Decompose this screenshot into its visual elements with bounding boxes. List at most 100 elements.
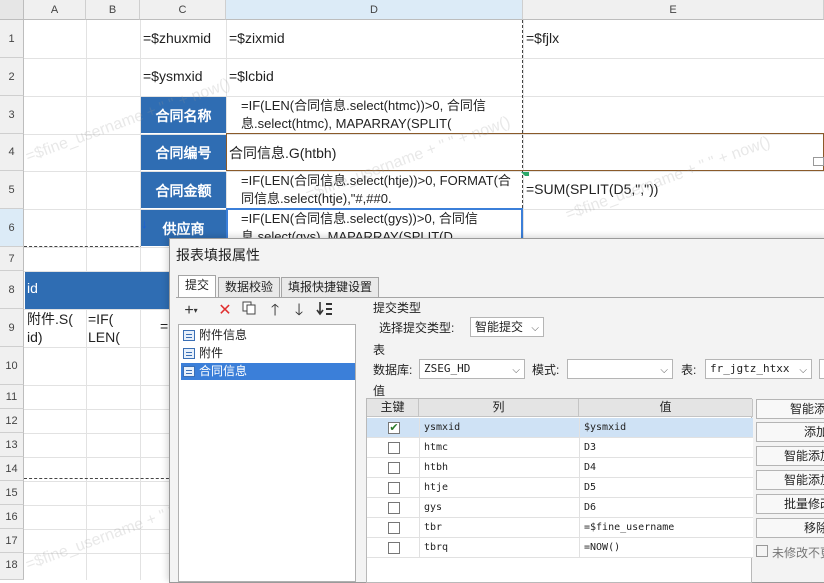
table-browse-button[interactable]: [819, 359, 824, 379]
col-header-d[interactable]: D: [226, 0, 523, 20]
grid-divider: [419, 418, 420, 558]
row-header-16[interactable]: 16: [0, 505, 24, 529]
submit-type-select[interactable]: 智能提交 ⌵: [470, 317, 544, 337]
row-header-5[interactable]: 5: [0, 171, 24, 209]
table-row[interactable]: gys D6: [367, 498, 753, 518]
move-down-icon[interactable]: 🡓: [288, 301, 310, 321]
primary-key-checkbox[interactable]: ✔: [388, 422, 400, 434]
tree-item-label: 合同信息: [199, 364, 248, 378]
row-column-name: gys: [424, 502, 443, 513]
expand-down-icon: ↓: [141, 216, 148, 231]
table-row[interactable]: htje D5: [367, 478, 753, 498]
col-header-c[interactable]: C: [140, 0, 226, 20]
add-icon[interactable]: +▾: [180, 301, 202, 321]
tree-item-selected[interactable]: 合同信息: [181, 363, 355, 380]
row-header-4[interactable]: 4: [0, 134, 24, 171]
move-up-icon[interactable]: 🡑: [264, 301, 286, 321]
expand-handle-icon[interactable]: [813, 157, 824, 166]
grid-header-column[interactable]: 列: [419, 399, 579, 417]
table-icon: [183, 330, 195, 341]
tab-data-validation[interactable]: 数据校验: [218, 277, 281, 297]
cell-c6-text: 供应商: [162, 221, 205, 237]
smart-add-fields-button[interactable]: 智能添加字段: [756, 399, 824, 419]
row-column-name: htje: [424, 482, 449, 493]
primary-key-checkbox[interactable]: [388, 442, 400, 454]
grid-divider: [579, 418, 580, 558]
row-value: =NOW(): [584, 542, 621, 553]
primary-key-checkbox[interactable]: [388, 462, 400, 474]
delete-icon[interactable]: ✕: [214, 301, 236, 321]
table-select[interactable]: fr_jgtz_htxx ⌵: [705, 359, 812, 379]
row-value: D3: [584, 442, 597, 453]
tab-submit[interactable]: 提交: [178, 275, 217, 297]
row-column-name: htmc: [424, 442, 449, 453]
primary-key-checkbox[interactable]: [388, 522, 400, 534]
table-row[interactable]: htmc D3: [367, 438, 753, 458]
add-field-button[interactable]: 添加字段: [756, 422, 824, 442]
col-header-a[interactable]: A: [24, 0, 86, 20]
database-select[interactable]: ZSEG_HD ⌵: [419, 359, 525, 379]
table-row[interactable]: ✔ ysmxid $ysmxid: [367, 418, 753, 438]
smart-add-cell-group-button[interactable]: 智能添加单元格组: [756, 470, 824, 490]
row-header-1[interactable]: 1: [0, 20, 24, 58]
row-header-10[interactable]: 10: [0, 347, 24, 385]
row-header-11[interactable]: 11: [0, 385, 24, 409]
row-header-15[interactable]: 15: [0, 481, 24, 505]
row-header-3[interactable]: 3: [0, 96, 24, 134]
row-header-12[interactable]: 12: [0, 409, 24, 433]
row-header-13[interactable]: 13: [0, 433, 24, 457]
table-row[interactable]: tbr =$fine_username: [367, 518, 753, 538]
primary-key-checkbox[interactable]: [388, 502, 400, 514]
row-header-18[interactable]: 18: [0, 553, 24, 580]
remove-field-button[interactable]: 移除字段: [756, 518, 824, 538]
row-header-9[interactable]: 9: [0, 309, 24, 347]
col-header-e[interactable]: E: [523, 0, 824, 20]
table-row[interactable]: tbrq =NOW(): [367, 538, 753, 558]
database-label: 数据库:: [373, 363, 413, 377]
grid-header-key[interactable]: 主键: [367, 399, 419, 417]
mode-select[interactable]: ⌵: [567, 359, 673, 379]
database-value: ZSEG_HD: [424, 362, 471, 375]
submit-type-section: 提交类型: [373, 301, 422, 315]
tree-item[interactable]: 附件信息: [181, 327, 247, 344]
unmodified-checkbox[interactable]: [756, 545, 768, 557]
cell-a8-band[interactable]: [25, 272, 170, 309]
tab-shortcut-settings[interactable]: 填报快捷键设置: [281, 277, 380, 297]
table-row[interactable]: htbh D4: [367, 458, 753, 478]
submit-panel: +▾ ✕ 🡑 🡓 附件信息 附件 合同信息 提交类型 选择提交类型: 智能提交 ⌵…: [176, 297, 824, 583]
row-header-17[interactable]: 17: [0, 529, 24, 553]
chevron-down-icon: ⌵: [799, 365, 807, 376]
row-column-name: htbh: [424, 462, 449, 473]
cell-b9-text: =IF( LEN(: [88, 311, 120, 345]
table-section: 表: [373, 343, 386, 357]
cell-d1-text: =$zixmid: [229, 30, 285, 46]
cell-c1-text: =$zhuxmid: [143, 30, 212, 46]
row-column-name: tbr: [424, 522, 443, 533]
row-header-6[interactable]: 6: [0, 209, 24, 247]
col-header-b[interactable]: B: [86, 0, 140, 20]
row-value: =$fine_username: [584, 522, 675, 533]
gridline: [24, 58, 824, 59]
primary-key-checkbox[interactable]: [388, 542, 400, 554]
sort-icon[interactable]: [314, 301, 336, 321]
grid-header-value[interactable]: 值: [579, 399, 753, 417]
smart-add-cell-button[interactable]: 智能添加单元格: [756, 446, 824, 466]
row-value: D4: [584, 462, 597, 473]
chevron-down-icon: ⌵: [531, 323, 539, 334]
row-header-14[interactable]: 14: [0, 457, 24, 481]
row-header-8[interactable]: 8: [0, 271, 24, 309]
page-break-line: [24, 478, 174, 479]
chevron-down-icon: ⌵: [660, 365, 668, 376]
cell-a9-text: 附件.S( id): [27, 311, 73, 345]
table-label: 表:: [681, 363, 697, 377]
copy-icon[interactable]: [238, 301, 260, 321]
row-header-2[interactable]: 2: [0, 58, 24, 96]
row-column-name: ysmxid: [424, 422, 461, 433]
select-all-corner[interactable]: [0, 0, 24, 20]
tree-item[interactable]: 附件: [181, 345, 223, 362]
row-header-7[interactable]: 7: [0, 247, 24, 271]
cell-c4-text: 合同编号: [155, 145, 212, 161]
batch-edit-button[interactable]: 批量修改: [756, 494, 824, 514]
cell-c9-text: =: [160, 318, 169, 334]
primary-key-checkbox[interactable]: [388, 482, 400, 494]
